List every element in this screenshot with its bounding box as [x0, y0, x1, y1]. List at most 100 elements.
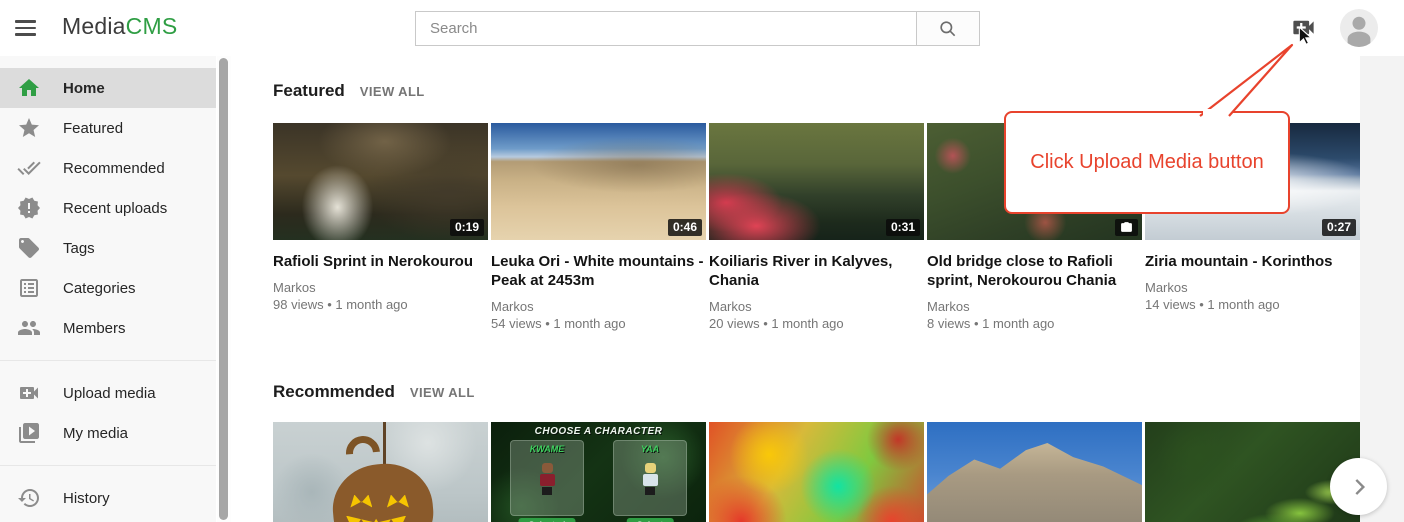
chevron-right-icon [1346, 474, 1372, 500]
sidebar-item-home[interactable]: Home [0, 68, 216, 108]
sidebar-item-upload-media[interactable]: Upload media [0, 373, 216, 413]
game-character-name: YAA [614, 444, 686, 454]
video-thumbnail-mountains[interactable]: 0:46 [491, 123, 706, 240]
camera-badge [1115, 219, 1138, 236]
game-selected-button: Selected [518, 518, 575, 522]
duration-badge: 0:27 [1322, 219, 1356, 236]
mouse-cursor [1296, 25, 1316, 47]
sidebar-item-label: My media [63, 425, 128, 442]
person-icon [1340, 9, 1378, 47]
recommended-section-header: Recommended VIEW ALL [273, 382, 475, 402]
sidebar-item-label: Recent uploads [63, 200, 167, 217]
media-card [1145, 422, 1360, 522]
sidebar-item-label: Featured [63, 120, 123, 137]
double-check-icon [17, 156, 41, 180]
video-thumbnail-river[interactable]: 0:31 [709, 123, 924, 240]
video-title[interactable]: Ziria mountain - Korinthos [1145, 252, 1360, 271]
video-thumbnail-mountain-scree[interactable] [927, 422, 1142, 522]
video-author[interactable]: Markos [1145, 279, 1360, 296]
game-character-sprite [641, 463, 659, 495]
new-releases-icon [17, 196, 41, 220]
video-thumbnail-game-character-select[interactable]: CHOOSE A CHARACTER KWAME YAA Selected Se… [491, 422, 706, 522]
media-card: 0:31 Koiliaris River in Kalyves, Chania … [709, 123, 924, 332]
search-bar [415, 11, 980, 46]
sidebar-divider [0, 360, 216, 361]
sidebar-item-label: Recommended [63, 160, 165, 177]
pumpkin-string [383, 422, 386, 468]
people-icon [17, 316, 41, 340]
tag-icon [17, 236, 41, 260]
logo-part-cms: CMS [126, 13, 178, 39]
history-icon [17, 486, 41, 510]
annotation-callout-arrow-joint [1203, 109, 1228, 118]
featured-section-title: Featured [273, 81, 345, 101]
sidebar: Home Featured Recommended Recent uploads… [0, 56, 216, 522]
media-card [709, 422, 924, 522]
game-character-name: KWAME [511, 444, 583, 454]
recommended-section-title: Recommended [273, 382, 395, 402]
app-logo[interactable]: MediaCMS [62, 13, 177, 40]
camera-icon [1120, 221, 1133, 234]
media-card: CHOOSE A CHARACTER KWAME YAA Selected Se… [491, 422, 706, 522]
game-title-text: CHOOSE A CHARACTER [491, 426, 706, 437]
media-card [927, 422, 1142, 522]
sidebar-scrollbar-thumb[interactable] [219, 58, 228, 520]
video-thumbnail-green-leaves[interactable] [1145, 422, 1360, 522]
search-input[interactable] [416, 12, 916, 45]
user-avatar[interactable] [1340, 9, 1378, 47]
featured-section-header: Featured VIEW ALL [273, 81, 425, 101]
duration-badge: 0:19 [450, 219, 484, 236]
media-card [273, 422, 488, 522]
video-meta: 8 views • 1 month ago [927, 315, 1142, 332]
video-title[interactable]: Rafioli Sprint in Nerokourou [273, 252, 488, 271]
game-character-panel: KWAME [510, 440, 584, 516]
video-title[interactable]: Leuka Ori - White mountains - Peak at 24… [491, 252, 706, 290]
search-icon [938, 19, 958, 39]
featured-view-all-link[interactable]: VIEW ALL [360, 84, 425, 99]
video-thumbnail-waterfall[interactable]: 0:19 [273, 123, 488, 240]
video-author[interactable]: Markos [273, 279, 488, 296]
sidebar-item-recommended[interactable]: Recommended [0, 148, 216, 188]
sidebar-item-label: Members [63, 320, 126, 337]
media-card: 0:46 Leuka Ori - White mountains - Peak … [491, 123, 706, 332]
video-thumbnail-pumpkin-craft[interactable] [273, 422, 488, 522]
video-author[interactable]: Markos [491, 298, 706, 315]
video-library-icon [17, 421, 41, 445]
sidebar-item-recent-uploads[interactable]: Recent uploads [0, 188, 216, 228]
game-character-panel: YAA [613, 440, 687, 516]
sidebar-item-label: Tags [63, 240, 95, 257]
sidebar-item-featured[interactable]: Featured [0, 108, 216, 148]
categories-list-icon [17, 276, 41, 300]
video-meta: 98 views • 1 month ago [273, 296, 488, 313]
sidebar-item-history[interactable]: History [0, 478, 216, 518]
sidebar-item-tags[interactable]: Tags [0, 228, 216, 268]
video-meta: 14 views • 1 month ago [1145, 296, 1360, 313]
hamburger-menu-icon[interactable] [15, 16, 41, 40]
media-card: 0:19 Rafioli Sprint in Nerokourou Markos… [273, 123, 488, 332]
video-author[interactable]: Markos [709, 298, 924, 315]
carousel-next-button[interactable] [1330, 458, 1387, 515]
recommended-view-all-link[interactable]: VIEW ALL [410, 385, 475, 400]
sidebar-item-members[interactable]: Members [0, 308, 216, 348]
mediacms-app: MediaCMS [0, 0, 1404, 522]
video-meta: 20 views • 1 month ago [709, 315, 924, 332]
recommended-cards-row: CHOOSE A CHARACTER KWAME YAA Selected Se… [273, 422, 1360, 522]
upload-video-icon [17, 381, 41, 405]
video-title[interactable]: Koiliaris River in Kalyves, Chania [709, 252, 924, 290]
video-title[interactable]: Old bridge close to Rafioli sprint, Nero… [927, 252, 1142, 290]
pumpkin-body [329, 460, 437, 522]
video-meta: 54 views • 1 month ago [491, 315, 706, 332]
sidebar-divider [0, 465, 216, 466]
logo-part-media: Media [62, 13, 126, 39]
duration-badge: 0:46 [668, 219, 702, 236]
game-select-button: Select [627, 518, 674, 522]
search-button[interactable] [916, 12, 979, 45]
sidebar-item-label: Upload media [63, 385, 156, 402]
sidebar-item-categories[interactable]: Categories [0, 268, 216, 308]
annotation-callout: Click Upload Media button [1004, 111, 1290, 214]
sidebar-item-my-media[interactable]: My media [0, 413, 216, 453]
sidebar-item-label: Categories [63, 280, 136, 297]
video-author[interactable]: Markos [927, 298, 1142, 315]
video-thumbnail-abstract-colors[interactable] [709, 422, 924, 522]
duration-badge: 0:31 [886, 219, 920, 236]
